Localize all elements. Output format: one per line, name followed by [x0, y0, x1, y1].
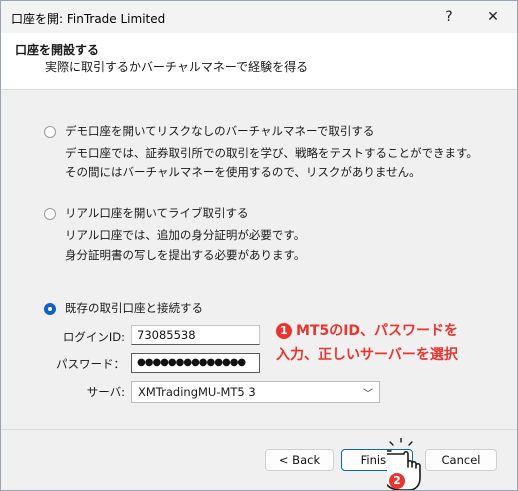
radio-real[interactable]	[44, 208, 56, 220]
chevron-down-icon: ﹀	[363, 389, 373, 400]
password-label: パスワード：	[56, 357, 125, 371]
close-button[interactable]: ✕	[471, 1, 515, 33]
header-title: 口座を開設する	[15, 43, 100, 57]
annotation-number-2: 2	[389, 473, 405, 489]
title-bar: 口座を開: FinTrade Limited ? ✕	[1, 1, 517, 33]
demo-desc-line2: その間にはバーチャルマネーを使用するので、リスクがありません。	[65, 165, 421, 179]
dialog-header: 口座を開設する 実際に取引するかバーチャルマネーで経験を得る	[1, 33, 517, 90]
real-desc-line1: リアル口座では、追加の身分証明が必要です。	[65, 228, 306, 242]
back-button[interactable]: < Back	[265, 449, 334, 471]
help-button[interactable]: ?	[427, 1, 471, 33]
demo-option-label[interactable]: デモ口座を開いてリスクなしのバーチャルマネーで取引する	[65, 123, 374, 139]
window-title: 口座を開: FinTrade Limited	[11, 12, 166, 26]
annotation-number-1: 1	[276, 323, 292, 339]
server-selected-value: XMTradingMU-MT5 3	[138, 385, 256, 399]
options-area: デモ口座を開いてリスクなしのバーチャルマネーで取引する デモ口座では、証券取引所…	[1, 90, 517, 428]
demo-desc-line1: デモ口座では、証券取引所での取引を学び、戦略をテストすることができます。	[65, 146, 478, 160]
annotation-note-1-line2: 入力、正しいサーバーを選択	[276, 347, 458, 363]
header-subtitle: 実際に取引するかバーチャルマネーで経験を得る	[45, 60, 309, 74]
real-desc-line2: 身分証明書の写しを提出する必要があります。	[65, 248, 306, 262]
radio-demo[interactable]	[44, 126, 56, 138]
open-account-dialog: 口座を開: FinTrade Limited ? ✕ 口座を開設する 実際に取引…	[0, 0, 518, 491]
server-label: サーバ:	[86, 385, 125, 399]
real-option-label[interactable]: リアル口座を開いてライブ取引する	[65, 205, 249, 221]
annotation-note-1: 1 MT5のID、パスワードを	[276, 320, 458, 342]
login-field[interactable]	[131, 325, 260, 345]
server-select[interactable]: XMTradingMU-MT5 3 ﹀	[131, 381, 380, 403]
annotation-line-1: MT5のID、パスワードを	[296, 323, 459, 339]
dialog-footer: < Back Finish Cancel 2	[1, 429, 517, 490]
existing-option-label[interactable]: 既存の取引口座と接続する	[65, 300, 203, 316]
radio-existing[interactable]	[44, 303, 56, 315]
password-field[interactable]: ●●●●●●●●●●●●●●	[131, 353, 260, 373]
login-label: ログインID:	[62, 330, 125, 344]
